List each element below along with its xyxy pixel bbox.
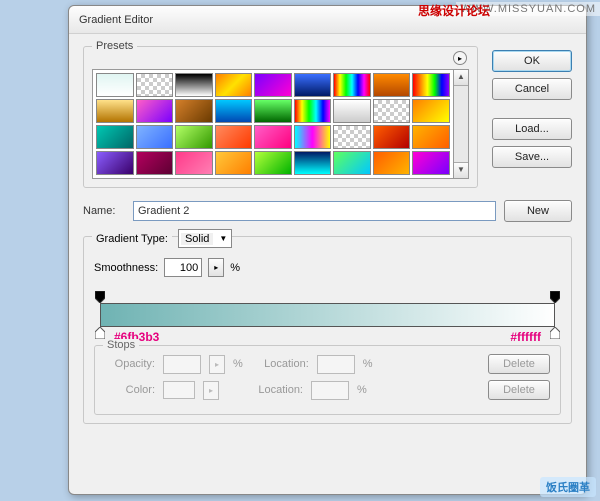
opacity-stop-left[interactable] <box>95 291 105 303</box>
color-location-percent: % <box>357 384 367 396</box>
preset-swatch[interactable] <box>175 151 213 175</box>
gradient-type-select[interactable]: Solid ▼ <box>178 229 232 248</box>
presets-fieldset: Presets ▸ ▲ ▼ <box>83 46 478 188</box>
preset-swatch[interactable] <box>96 99 134 123</box>
preset-swatch[interactable] <box>215 99 253 123</box>
preset-swatch[interactable] <box>254 99 292 123</box>
name-label: Name: <box>83 205 125 217</box>
color-stop-right[interactable] <box>550 327 560 339</box>
color-location-input <box>311 381 349 400</box>
smoothness-label: Smoothness: <box>94 262 158 274</box>
preset-swatch[interactable] <box>373 125 411 149</box>
preset-swatch[interactable] <box>215 151 253 175</box>
scroll-track[interactable] <box>454 86 468 162</box>
opacity-stop-right[interactable] <box>550 291 560 303</box>
preset-swatches-grid <box>92 69 453 179</box>
scroll-down-icon[interactable]: ▼ <box>454 162 468 178</box>
preset-swatch[interactable] <box>175 125 213 149</box>
percent-label: % <box>230 262 240 274</box>
preset-swatch[interactable] <box>215 125 253 149</box>
preset-swatch[interactable] <box>96 73 134 97</box>
preset-swatch[interactable] <box>254 73 292 97</box>
opacity-input <box>163 355 201 374</box>
preset-swatch[interactable] <box>333 125 371 149</box>
preset-swatch[interactable] <box>175 99 213 123</box>
preset-swatch[interactable] <box>412 151 450 175</box>
preset-swatch[interactable] <box>294 151 332 175</box>
save-button[interactable]: Save... <box>492 146 572 168</box>
dialog-content: Presets ▸ ▲ ▼ OK Cancel Load... <box>69 34 586 436</box>
preset-swatch[interactable] <box>254 125 292 149</box>
presets-scrollbar[interactable]: ▲ ▼ <box>453 69 469 179</box>
load-button[interactable]: Load... <box>492 118 572 140</box>
color-stepper: ▸ <box>203 381 219 400</box>
color-stop-row: Color: ▸ Location: % Delete <box>105 380 550 400</box>
preset-swatch[interactable] <box>175 73 213 97</box>
gradient-section: Gradient Type: Solid ▼ Smoothness: ▸ % <box>83 236 572 424</box>
preset-swatch[interactable] <box>294 125 332 149</box>
color-swatch <box>163 381 195 399</box>
preset-swatch[interactable] <box>136 151 174 175</box>
smoothness-stepper[interactable]: ▸ <box>208 258 224 277</box>
opacity-label: Opacity: <box>105 358 155 370</box>
preset-swatch[interactable] <box>412 125 450 149</box>
name-input[interactable] <box>133 201 496 221</box>
watermark-bottom: 饭氏圈革 <box>540 477 596 497</box>
preset-swatch[interactable] <box>96 151 134 175</box>
preset-swatch[interactable] <box>333 99 371 123</box>
opacity-percent: % <box>233 358 243 370</box>
ok-button[interactable]: OK <box>492 50 572 72</box>
preset-swatch[interactable] <box>373 151 411 175</box>
presets-label: Presets <box>92 40 137 52</box>
stops-fieldset: Stops Opacity: ▸ % Location: % Delete Co… <box>94 345 561 415</box>
presets-menu-icon[interactable]: ▸ <box>453 51 467 65</box>
hex-right-label: #ffffff <box>510 330 541 344</box>
scroll-up-icon[interactable]: ▲ <box>454 70 468 86</box>
preset-swatch[interactable] <box>294 99 332 123</box>
preset-swatch[interactable] <box>136 99 174 123</box>
chevron-down-icon: ▼ <box>219 234 227 243</box>
gradient-editor-dialog: Gradient Editor Presets ▸ ▲ ▼ OK <box>68 5 587 495</box>
smoothness-input[interactable] <box>164 258 202 277</box>
preset-swatch[interactable] <box>412 99 450 123</box>
watermark-cn: 思缘设计论坛 <box>418 2 490 19</box>
preset-swatch[interactable] <box>333 73 371 97</box>
preset-swatch[interactable] <box>215 73 253 97</box>
gradient-type-value: Solid <box>181 233 213 245</box>
preset-swatch[interactable] <box>373 99 411 123</box>
color-location-label: Location: <box>245 384 303 396</box>
opacity-delete-button: Delete <box>488 354 550 374</box>
gradient-bar[interactable] <box>100 303 555 327</box>
color-label: Color: <box>105 384 155 396</box>
gradient-type-label: Gradient Type: <box>92 233 172 245</box>
preset-swatch[interactable] <box>254 151 292 175</box>
preset-swatch[interactable] <box>136 125 174 149</box>
preset-swatch[interactable] <box>373 73 411 97</box>
preset-swatch[interactable] <box>412 73 450 97</box>
new-button[interactable]: New <box>504 200 572 222</box>
preset-swatch[interactable] <box>96 125 134 149</box>
dialog-buttons: OK Cancel Load... Save... <box>492 46 572 200</box>
opacity-stepper: ▸ <box>209 355 225 374</box>
gradient-bar-area: #6fb3b3 #ffffff <box>100 291 555 339</box>
stops-label: Stops <box>103 339 139 351</box>
cancel-button[interactable]: Cancel <box>492 78 572 100</box>
name-row: Name: New <box>83 200 572 222</box>
opacity-stop-row: Opacity: ▸ % Location: % Delete <box>105 354 550 374</box>
preset-swatch[interactable] <box>333 151 371 175</box>
opacity-location-label: Location: <box>251 358 309 370</box>
dialog-title: Gradient Editor <box>79 14 153 26</box>
color-delete-button: Delete <box>488 380 550 400</box>
color-stop-left[interactable] <box>95 327 105 339</box>
preset-swatch[interactable] <box>294 73 332 97</box>
opacity-location-percent: % <box>363 358 373 370</box>
preset-swatch[interactable] <box>136 73 174 97</box>
opacity-location-input <box>317 355 355 374</box>
